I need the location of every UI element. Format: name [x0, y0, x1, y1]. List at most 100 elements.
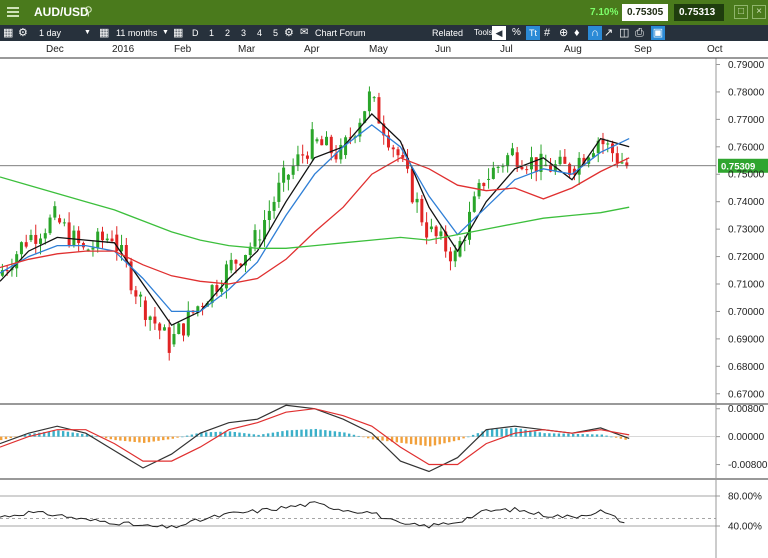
- compare-icon[interactable]: ▦: [99, 25, 109, 41]
- candle-body: [177, 323, 181, 335]
- candle-body: [315, 139, 319, 142]
- x-tick-label: Jun: [435, 44, 451, 55]
- interval-select[interactable]: 1 day: [39, 25, 61, 41]
- chart-forum-link[interactable]: Chart Forum: [315, 25, 366, 41]
- crosshair-icon[interactable]: ⊕: [559, 25, 568, 41]
- macd-histogram-bar: [214, 431, 217, 437]
- percent-button[interactable]: %: [512, 25, 521, 41]
- related-button[interactable]: Related: [432, 25, 463, 41]
- macd-histogram-bar: [9, 436, 12, 439]
- candle-body: [439, 231, 443, 237]
- x-tick-label: Dec: [46, 44, 64, 55]
- ma_mid-line: [0, 124, 630, 313]
- macd-histogram-bar: [429, 436, 432, 447]
- sell-price[interactable]: 0.75305: [622, 4, 668, 21]
- range-dropdown-icon[interactable]: ▼: [162, 25, 169, 41]
- candle-body: [296, 154, 300, 166]
- tools-label: Tools: [474, 28, 493, 37]
- macd-histogram-bar: [76, 433, 79, 437]
- candle-body: [558, 156, 562, 165]
- print-icon[interactable]: ⎙: [635, 25, 644, 41]
- candle-body: [325, 136, 329, 146]
- search-icon[interactable]: ⚲: [84, 4, 93, 19]
- range-button-4[interactable]: 4: [257, 25, 262, 41]
- macd-histogram-bar: [147, 436, 151, 443]
- y-tick-label: 0.69000: [728, 334, 765, 345]
- candle-body: [496, 166, 500, 168]
- candle-body: [491, 167, 495, 179]
- range-button-2[interactable]: 2: [225, 25, 230, 41]
- candle-body: [210, 285, 214, 304]
- candle-body: [472, 196, 476, 212]
- macd-histogram-bar: [443, 436, 446, 444]
- candle-body: [286, 174, 290, 180]
- macd-histogram-bar: [114, 436, 117, 441]
- macd-histogram-bar: [600, 434, 603, 437]
- y-tick-label: 80.00%: [728, 492, 762, 503]
- macd-histogram-bar: [243, 433, 246, 437]
- macd-histogram-bar: [552, 433, 556, 437]
- macd-histogram-bar: [271, 432, 275, 437]
- grid-icon[interactable]: #: [544, 25, 550, 41]
- save-icon[interactable]: ◫: [619, 25, 629, 41]
- candle-body: [48, 217, 52, 234]
- macd-histogram-bar: [300, 429, 303, 437]
- macd-histogram-bar: [405, 436, 408, 444]
- range-select[interactable]: 11 months: [116, 25, 157, 41]
- macd-histogram-bar: [562, 433, 565, 437]
- macd-histogram-bar: [381, 436, 384, 441]
- candle-body: [291, 165, 295, 175]
- macd-histogram-bar: [524, 429, 527, 437]
- candle-body: [105, 238, 109, 241]
- macd-histogram-bar: [343, 432, 346, 437]
- candle-body: [563, 156, 567, 164]
- calendar-icon[interactable]: ▦: [173, 25, 183, 41]
- interval-dropdown-icon[interactable]: ▼: [84, 25, 91, 41]
- chart-type-icon[interactable]: ▦: [3, 25, 13, 41]
- macd-histogram-bar: [362, 436, 365, 438]
- macd-histogram-bar: [281, 431, 284, 437]
- macd-histogram-bar: [314, 428, 317, 437]
- macd-histogram-bar: [176, 436, 179, 438]
- macd-histogram-bar: [595, 434, 599, 437]
- magnet-icon[interactable]: ∩: [588, 26, 602, 40]
- candle-body: [425, 222, 429, 238]
- candle-body: [396, 149, 400, 156]
- text-tool-button[interactable]: Tt: [526, 26, 540, 40]
- range-button-3[interactable]: 3: [241, 25, 246, 41]
- macd-histogram-bar: [338, 431, 341, 437]
- forum-icon[interactable]: ✉: [300, 25, 308, 41]
- popout-icon[interactable]: □: [734, 5, 748, 19]
- settings-icon[interactable]: ⚙: [18, 25, 28, 41]
- range-button-d[interactable]: D: [192, 25, 199, 41]
- macd-histogram-bar: [138, 436, 141, 443]
- y-tick-label: 0.79000: [728, 60, 765, 71]
- candle-body: [15, 254, 19, 269]
- macd-histogram-bar: [0, 436, 3, 441]
- rsi-panel: [0, 495, 716, 529]
- macd-histogram-bar: [52, 430, 55, 437]
- instrument-symbol[interactable]: AUD/USD: [34, 5, 89, 20]
- candle-body: [410, 168, 414, 203]
- candle-body: [158, 323, 162, 331]
- macd-histogram-bar: [591, 434, 594, 437]
- candle-body: [448, 251, 452, 262]
- gear-icon[interactable]: ⚙: [284, 25, 294, 41]
- macd-histogram-bar: [162, 436, 165, 441]
- macd-histogram-bar: [204, 432, 208, 437]
- candle-body: [139, 294, 143, 297]
- macd-histogram-bar: [576, 433, 580, 437]
- diamond-icon[interactable]: ♦: [574, 25, 580, 41]
- macd-histogram-bar: [619, 436, 623, 439]
- close-icon[interactable]: ×: [752, 5, 766, 19]
- buy-price[interactable]: 0.75313: [674, 4, 724, 21]
- chart-area[interactable]: Dec 2016 Feb Mar Apr May Jun Jul Aug Sep…: [0, 41, 768, 558]
- back-icon[interactable]: ◀: [492, 26, 506, 40]
- share-icon[interactable]: ↗: [604, 25, 613, 41]
- candle-body: [272, 201, 276, 211]
- layers-icon[interactable]: ▣: [651, 26, 665, 40]
- hamburger-icon[interactable]: [7, 6, 19, 18]
- range-button-1[interactable]: 1: [209, 25, 214, 41]
- range-button-5[interactable]: 5: [273, 25, 278, 41]
- candle-body: [253, 230, 257, 247]
